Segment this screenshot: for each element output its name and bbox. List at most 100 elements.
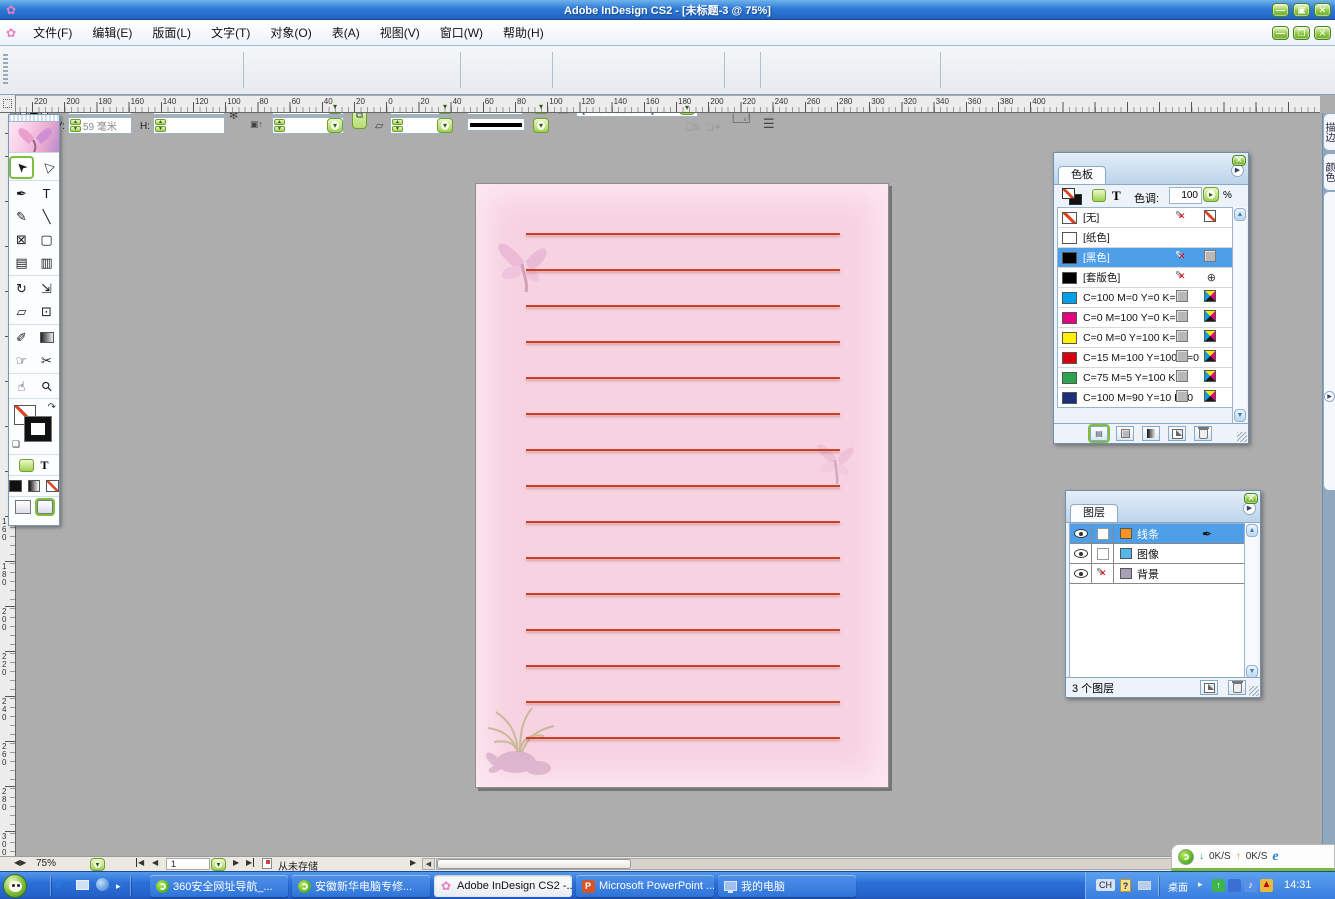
menu-item-帮助[interactable]: 帮助(H) [494, 21, 553, 44]
layer-visibility-cell[interactable] [1070, 524, 1092, 543]
menu-item-版面[interactable]: 版面(L) [143, 21, 200, 44]
layer-row[interactable]: 线条✒ [1070, 524, 1244, 544]
delete-layer-button[interactable] [1228, 680, 1246, 695]
h-spinner[interactable]: ▲▼ [155, 119, 166, 132]
menu-item-编辑[interactable]: 编辑(E) [83, 21, 141, 44]
scroll-up-button[interactable]: ▲ [1246, 524, 1258, 537]
keyboard-tray-icon[interactable] [1138, 881, 1151, 890]
swatches-tab[interactable]: 色板 [1058, 166, 1106, 184]
default-fill-stroke-icon[interactable]: ❏ [12, 439, 20, 450]
palette-menu-icon[interactable]: ☰ [763, 116, 775, 132]
menu-item-对象[interactable]: 对象(O) [261, 21, 320, 44]
scroll-left-button[interactable]: ◀ [422, 858, 435, 870]
clear-overrides-icon[interactable]: ❏5 [686, 122, 699, 133]
swatch-row[interactable]: C=15 M=100 Y=100 K=0 [1058, 348, 1232, 368]
menu-item-视图[interactable]: 视图(V) [371, 21, 429, 44]
menu-item-文件[interactable]: 文件(F) [24, 21, 81, 44]
doc-close-button[interactable]: ✕ [1314, 26, 1331, 40]
tool-rotate[interactable]: ↻ [9, 277, 34, 300]
stroke-swatch[interactable] [25, 417, 51, 441]
desktop-toolbar-expand-arrow[interactable]: ▸ [1198, 879, 1203, 890]
tool-line[interactable]: ╲ [34, 205, 59, 228]
layer-lock-cell[interactable] [1092, 544, 1114, 563]
delete-swatch-button[interactable] [1194, 426, 1212, 441]
tray-warning-icon[interactable]: ▲ [1260, 879, 1273, 892]
text-format-button[interactable]: T [1112, 188, 1121, 204]
new-layer-button[interactable] [1200, 680, 1218, 695]
swatch-row[interactable]: [黑色] [1058, 248, 1232, 268]
document-page-canvas[interactable] [475, 183, 889, 788]
tint-dropdown[interactable]: ▸ [1203, 187, 1219, 202]
360-safety-icon[interactable] [1178, 849, 1194, 865]
page-number-field[interactable]: 1 [166, 858, 210, 870]
layer-row[interactable]: 图像 [1070, 544, 1244, 564]
taskbar-task[interactable]: 安徽新华电脑专修... [292, 875, 430, 897]
minimize-button[interactable]: — [1272, 3, 1289, 17]
tool-direct-selection[interactable]: ▷ [34, 156, 59, 179]
scroll-up-button[interactable]: ▲ [1234, 208, 1246, 221]
tray-360-icon[interactable]: ↑ [1212, 879, 1225, 892]
scale-y-dropdown[interactable]: ▾ [327, 118, 343, 133]
taskbar-task[interactable]: 我的电脑 [718, 875, 856, 897]
page-turn-icon[interactable]: ◀▶ [14, 858, 26, 867]
tool-pencil[interactable]: ✎ [9, 205, 34, 228]
previous-page-button[interactable]: ◀ [152, 858, 158, 867]
side-tab-描边[interactable]: 描边 [1323, 113, 1335, 151]
show-color-swatches-button[interactable] [1116, 426, 1134, 441]
swatches-close-button[interactable]: ✕ [1232, 155, 1246, 166]
swatch-row[interactable]: [无] [1058, 208, 1232, 228]
layers-close-button[interactable]: ✕ [1244, 493, 1258, 504]
next-page-button[interactable]: ▶ [233, 858, 239, 867]
first-page-button[interactable]: ◀ [136, 858, 144, 867]
input-language-indicator[interactable]: CH [1096, 879, 1115, 891]
side-tab-颜色[interactable]: 颜色 [1323, 153, 1335, 191]
preview-view-button[interactable] [37, 500, 53, 514]
tool-eyedropper[interactable]: ✐ [9, 326, 34, 349]
formatting-affects-container-button[interactable] [19, 459, 34, 472]
fill-stroke-proxy[interactable]: ↷ ❏ [9, 398, 59, 454]
show-gradient-swatches-button[interactable] [1142, 426, 1160, 441]
tool-scale[interactable]: ⇲ [34, 277, 59, 300]
collapsed-palette-body[interactable] [1323, 191, 1335, 491]
desktop-toolbar-label[interactable]: 桌面 [1168, 879, 1188, 894]
zoom-dropdown[interactable]: ▾ [90, 858, 105, 871]
tool-button[interactable]: ☞ [9, 349, 34, 372]
taskbar-task[interactable]: ✿Adobe InDesign CS2 -... [434, 875, 572, 897]
layers-scrollbar[interactable]: ▲ ▼ [1244, 523, 1258, 679]
scale-y-spinner[interactable]: ▲▼ [274, 119, 285, 132]
tint-value-field[interactable]: 100 [1169, 187, 1202, 204]
toolbox-drag-handle[interactable] [9, 115, 59, 122]
tool-vertical-grid[interactable]: ▥ [34, 251, 59, 274]
quicklaunch-show-desktop-icon[interactable] [76, 880, 89, 890]
tool-scissors[interactable]: ✂ [34, 349, 59, 372]
shear-spinner[interactable]: ▲▼ [392, 119, 403, 132]
swatches-scrollbar[interactable]: ▲ ▼ [1232, 207, 1246, 423]
ruler-origin-corner[interactable] [0, 95, 16, 113]
scroll-down-button[interactable]: ▼ [1234, 409, 1246, 422]
quicklaunch-media-icon[interactable] [96, 878, 109, 891]
tool-shear[interactable]: ▱ [9, 300, 34, 323]
ie-browser-icon[interactable]: e [1272, 849, 1278, 865]
layer-lock-cell[interactable] [1092, 524, 1114, 543]
quicklaunch-expand-arrow[interactable]: ▸ [116, 881, 121, 892]
y-field[interactable]: ▲▼ 59 毫米 [68, 117, 132, 134]
horizontal-ruler[interactable]: 2202001801601401201008060402002040608010… [0, 95, 1320, 113]
tool-rectangle[interactable]: ▢ [34, 228, 59, 251]
palette-drag-handle[interactable] [3, 54, 8, 86]
tool-horizontal-grid[interactable]: ▤ [9, 251, 34, 274]
tray-shield-icon[interactable] [1228, 879, 1241, 892]
apply-color-button[interactable] [9, 480, 22, 492]
break-link-style-icon[interactable]: ❏✦ [706, 122, 722, 133]
normal-view-button[interactable] [15, 500, 31, 514]
fill-proxy-none[interactable] [1062, 188, 1075, 199]
page-dropdown[interactable]: ▾ [211, 858, 226, 871]
last-page-button[interactable]: ▶ [246, 858, 254, 867]
side-palette-menu-button[interactable]: ▶ [1324, 391, 1335, 402]
zoom-level-value[interactable]: 75% [36, 858, 56, 869]
help-tray-icon[interactable]: ? [1120, 879, 1131, 892]
doc-minimize-button[interactable]: — [1272, 26, 1289, 40]
taskbar-task[interactable]: 360安全网址导航_... [150, 875, 288, 897]
tool-pen[interactable]: ✒ [9, 182, 34, 205]
swatch-row[interactable]: C=75 M=5 Y=100 K=0 [1058, 368, 1232, 388]
tool-free-transform[interactable]: ⊡ [34, 300, 59, 323]
